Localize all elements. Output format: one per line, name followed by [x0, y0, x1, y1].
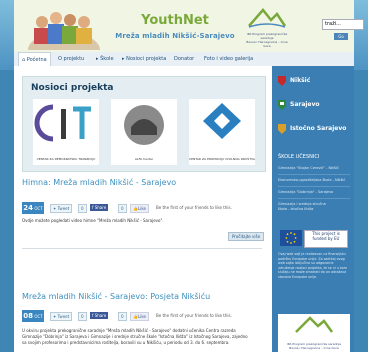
ipa-logo: IPA Program prekograničke saradnje Bosna…	[244, 6, 290, 48]
site-header: YouthNet Mreža mladih Nikšić-Sarajevo IP…	[14, 0, 364, 52]
sponsor-alfa-logo[interactable]: ALFA Centar	[111, 99, 177, 165]
site-subtitle: Mreža mladih Nikšić-Sarajevo	[115, 32, 235, 40]
sponsors-title: Nosioci projekta	[31, 83, 114, 93]
main-content: Nosioci projekta CENTAR ZA DEMOKRATSKU T…	[14, 66, 272, 352]
facebook-share-button[interactable]: f Share	[90, 204, 109, 211]
youth-photo-banner	[28, 12, 100, 50]
site-title: YouthNet	[141, 13, 209, 28]
post-title[interactable]: Himna: Mreža mladih Nikšić - Sarajevo	[22, 178, 176, 187]
sponsor-cpcd-logo[interactable]: CENTAR ZA PROMOCIJU CIVILNOG DRUŠTVA	[189, 99, 255, 165]
main-nav: ⌂ Početna O projektu ▸ Škole ▸ Nosioci p…	[14, 52, 354, 67]
site-brand[interactable]: YouthNet Mreža mladih Nikšić-Sarajevo	[110, 13, 240, 41]
sponsor-caption: CENTAR ZA DEMOKRATSKU TRANZICIJU	[36, 157, 96, 161]
niksic-coat-of-arms-icon	[278, 76, 286, 86]
facebook-icon: f	[92, 205, 94, 210]
like-text: Be the first of your friends to like thi…	[156, 205, 232, 210]
post-date: 24 OCT	[22, 202, 44, 214]
school-divider	[278, 198, 350, 199]
nav-item-pocetna[interactable]: ⌂ Početna	[18, 52, 51, 66]
ipa-caption-2: Bosna i Hercegovina – Crna Gora	[289, 346, 339, 350]
sidebar-ipa-logo[interactable]: IPA Program prekograničke saradnje Bosna…	[278, 314, 350, 352]
like-text: Be the first of your friends to like thi…	[156, 313, 232, 318]
tweet-button[interactable]: ✦ Tweet	[50, 312, 73, 321]
sponsor-caption: CENTAR ZA PROMOCIJU CIVILNOG DRUŠTVA	[189, 157, 255, 161]
schools-heading: ŠKOLE UČESNICI	[278, 154, 320, 160]
alfa-logo-icon	[124, 105, 164, 145]
ipa-caption-2: Bosna i Hercegovina – Crna Gora	[246, 40, 288, 48]
search-box: Go	[322, 10, 364, 40]
nav-item-skole[interactable]: ▸ Škole	[96, 52, 114, 66]
share-count: 0	[118, 204, 127, 213]
eu-flag-icon	[280, 230, 302, 246]
twitter-icon: ✦	[53, 206, 57, 211]
tweet-button[interactable]: ✦ Tweet	[50, 204, 73, 213]
search-input[interactable]	[322, 18, 364, 30]
mountain-logo-icon	[295, 316, 334, 333]
facebook-share-button[interactable]: f Share	[90, 312, 109, 319]
nav-item-o-projektu[interactable]: O projektu	[58, 52, 84, 66]
sponsors-box: Nosioci projekta CENTAR ZA DEMOKRATSKU T…	[22, 76, 266, 172]
post-divider	[22, 248, 262, 249]
nav-item-nosioci[interactable]: ▸ Nosioci projekta	[122, 52, 166, 66]
search-go-button[interactable]: Go	[334, 32, 348, 40]
sponsor-cdt-logo[interactable]: CENTAR ZA DEMOKRATSKU TRANZICIJU	[33, 99, 99, 165]
school-link[interactable]: Gimnazija "Dobrinja" - Sarajevo	[278, 190, 350, 195]
sidebar: Nikšić Sarajevo Istočno Sarajevo ŠKOLE U…	[272, 66, 354, 352]
post-excerpt: Ovdje možete pogledati video himne "Mrež…	[22, 218, 164, 223]
post-excerpt-line: sa svojim profesorima i predstavnicima r…	[22, 340, 230, 345]
cdt-logo-icon	[34, 104, 91, 142]
school-link[interactable]: Gimnazija "Stojan Cerović" - Nikšić	[278, 166, 350, 171]
school-link[interactable]: Gimnazija i srednja stručna škola - Isto…	[278, 202, 350, 212]
like-button[interactable]: 👍Like	[130, 204, 149, 213]
sarajevo-coat-of-arms-icon	[278, 100, 286, 110]
nav-item-galerija[interactable]: Foto i video galerija	[204, 52, 253, 66]
istocno-sarajevo-coat-of-arms-icon	[278, 124, 286, 134]
nav-item-donator[interactable]: Donator	[174, 52, 194, 66]
share-count: 0	[118, 312, 127, 321]
post-title[interactable]: Mreža mladih Nikšić - Sarajevo: Posjeta …	[22, 292, 210, 301]
like-button[interactable]: 👍Like	[130, 312, 149, 321]
cpcd-logo-icon	[203, 103, 241, 139]
post-date: 08 OCT	[22, 310, 44, 322]
school-divider	[278, 174, 350, 175]
eu-funded-box: This project is funded by EU	[304, 230, 348, 248]
twitter-icon: ✦	[53, 314, 57, 319]
facebook-icon: f	[92, 313, 94, 318]
school-link[interactable]: Ekonomsko-ugostiteljska škola - Nikšić	[278, 178, 350, 183]
mountain-logo-icon	[248, 8, 287, 28]
sponsor-caption: ALFA Centar	[134, 157, 154, 161]
ipa-caption-1: IPA Program prekograničke saradnje	[246, 32, 288, 40]
tweet-count: 0	[78, 312, 87, 321]
tweet-count: 0	[78, 204, 87, 213]
eu-disclaimer: Ovaj web sajt je realizovan uz finansijs…	[278, 252, 348, 279]
read-more-button[interactable]: Pročitajte više	[228, 232, 264, 241]
school-divider	[278, 186, 350, 187]
